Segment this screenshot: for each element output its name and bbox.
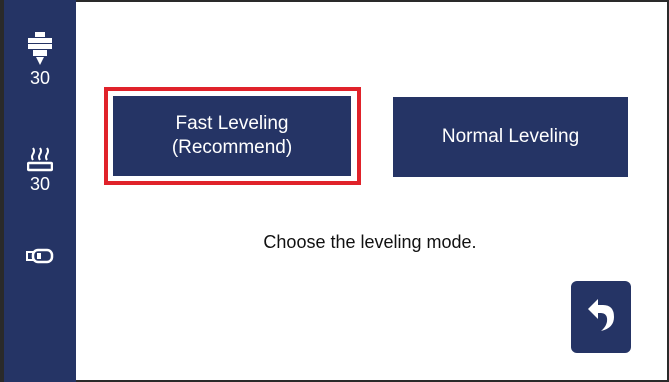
back-button[interactable] — [571, 281, 631, 353]
back-arrow-icon — [586, 298, 616, 337]
status-sidebar: 30 30 — [4, 0, 76, 382]
fast-leveling-button[interactable]: Fast Leveling (Recommend) — [113, 96, 351, 176]
nozzle-status[interactable]: 30 — [4, 32, 76, 88]
nozzle-icon — [4, 32, 76, 66]
nozzle-temperature: 30 — [29, 68, 51, 88]
screen-frame — [0, 0, 669, 382]
bed-temperature: 30 — [29, 174, 51, 194]
fast-leveling-label: Fast Leveling — [175, 113, 289, 134]
usb-drive-icon — [4, 248, 76, 264]
normal-leveling-button[interactable]: Normal Leveling — [393, 97, 628, 177]
normal-leveling-label: Normal Leveling — [441, 126, 580, 147]
instruction-text: Choose the leveling mode. — [263, 232, 477, 252]
fast-leveling-sublabel: (Recommend) — [171, 137, 293, 158]
storage-status[interactable] — [4, 248, 76, 264]
heated-bed-icon — [4, 146, 76, 172]
bed-status[interactable]: 30 — [4, 146, 76, 194]
